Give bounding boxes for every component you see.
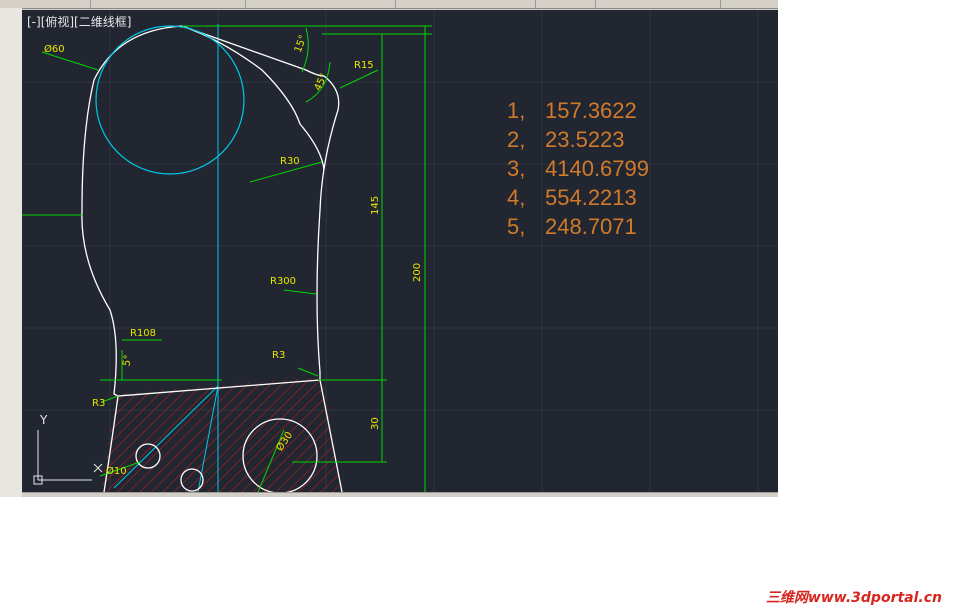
dim-r3-left: R3 <box>92 398 105 409</box>
ucs-icon <box>33 430 103 485</box>
result-value: 248.7071 <box>545 214 637 239</box>
result-index: 2, <box>507 127 526 152</box>
result-value: 23.5223 <box>545 127 625 152</box>
toolbar-segment[interactable] <box>535 0 596 8</box>
result-index: 1, <box>507 98 526 123</box>
dim-r108: R108 <box>130 328 156 339</box>
result-line: 1, 157.3622 <box>507 96 649 125</box>
layout-tabs-bar[interactable] <box>22 492 778 497</box>
toolbar-strip <box>0 0 778 9</box>
cad-window: Ø60 R15 15° 45° R30 145 200 R300 R108 5°… <box>0 0 778 497</box>
dim-30: 30 <box>370 417 381 430</box>
dim-d60: Ø60 <box>44 43 65 55</box>
toolbar-segment[interactable] <box>0 0 91 8</box>
dim-r3-right: R3 <box>272 350 285 361</box>
result-line: 2, 23.5223 <box>507 125 649 154</box>
dim-a5: 5° <box>121 354 134 367</box>
dim-r30: R30 <box>280 156 300 167</box>
dim-145: 145 <box>370 196 381 215</box>
viewport-label[interactable]: [-][俯视][二维线框] <box>27 13 131 30</box>
ucs-y-label: Y <box>39 413 48 427</box>
result-index: 5, <box>507 214 526 239</box>
dim-a15: 15° <box>293 34 309 54</box>
results-list: 1, 157.3622 2, 23.5223 3, 4140.6799 4, 554.2… <box>507 96 649 241</box>
dim-r15: R15 <box>354 60 374 71</box>
toolbar-segment[interactable] <box>245 0 396 8</box>
result-line: 3, 4140.6799 <box>507 154 649 183</box>
result-value: 157.3622 <box>545 98 637 123</box>
watermark: 三维网www.3dportal.cn <box>765 590 942 606</box>
left-panel <box>0 8 22 497</box>
toolbar-segment[interactable] <box>595 0 721 8</box>
result-index: 4, <box>507 185 526 210</box>
drawing-viewport[interactable]: Ø60 R15 15° 45° R30 145 200 R300 R108 5°… <box>22 10 778 492</box>
drawing-canvas[interactable]: Ø60 R15 15° 45° R30 145 200 R300 R108 5°… <box>22 10 778 492</box>
toolbar-segment[interactable] <box>90 0 246 8</box>
result-value: 4140.6799 <box>545 156 649 181</box>
dim-r300: R300 <box>270 276 296 287</box>
dim-200: 200 <box>412 263 423 282</box>
result-line: 5, 248.7071 <box>507 212 649 241</box>
result-index: 3, <box>507 156 526 181</box>
toolbar-segment[interactable] <box>395 0 536 8</box>
dim-d10: Ø10 <box>106 465 127 477</box>
result-line: 4, 554.2213 <box>507 183 649 212</box>
result-value: 554.2213 <box>545 185 637 210</box>
